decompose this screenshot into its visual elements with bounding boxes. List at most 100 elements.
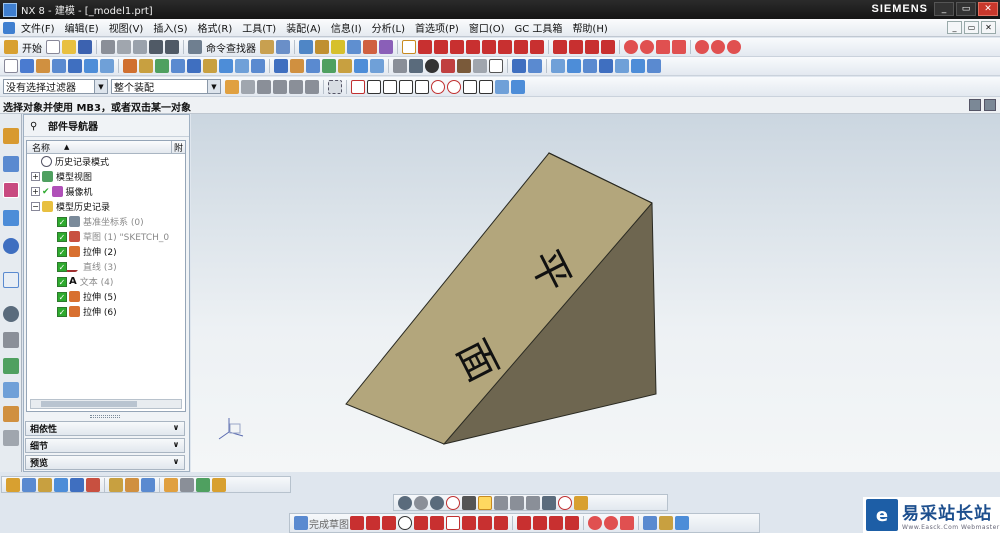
dependencies-section[interactable]: 相依性 ∨ [25, 421, 185, 436]
offset-curve-icon[interactable] [565, 516, 579, 530]
wcs-icon[interactable] [6, 477, 20, 492]
tree-row[interactable]: ✓ 拉伸 (5) [27, 289, 185, 304]
snap-existing-point-icon[interactable] [463, 79, 477, 94]
dimension-icon[interactable] [640, 40, 654, 54]
maximize-button[interactable]: ▭ [956, 2, 976, 16]
cursor-icon[interactable] [276, 40, 290, 54]
reset-filter-icon[interactable] [241, 79, 255, 94]
extra-column-header[interactable]: 附 [170, 141, 183, 154]
process-studio-tab[interactable] [3, 358, 19, 374]
orient-to-sketch-icon[interactable] [675, 516, 689, 530]
shading-icon[interactable] [414, 495, 428, 510]
sketch-dimension-icon[interactable] [604, 516, 618, 530]
datum-icon[interactable] [52, 59, 66, 73]
snap-midpoint-icon[interactable] [383, 79, 397, 94]
background-icon[interactable] [489, 59, 503, 73]
fillet-sketch-icon[interactable] [414, 516, 428, 530]
tree-row[interactable]: − 模型历史记录 [27, 199, 185, 214]
tree-row[interactable]: + ✔ 摄像机 [27, 184, 185, 199]
offset-face-icon[interactable] [370, 59, 384, 73]
auto-constraint-icon[interactable] [656, 40, 670, 54]
camera-view-icon[interactable] [494, 495, 508, 510]
color-icon[interactable] [379, 40, 393, 54]
display-mode-icon[interactable] [430, 495, 444, 510]
point-icon[interactable] [478, 516, 492, 530]
show-hide-icon[interactable] [180, 477, 194, 492]
cylinder-icon[interactable] [84, 59, 98, 73]
face-rule-icon[interactable] [273, 79, 287, 94]
polygon-icon[interactable] [462, 516, 476, 530]
wcs-origin-icon[interactable] [70, 477, 84, 492]
sort-ascending-icon[interactable]: ▲ [64, 143, 69, 151]
bounded-plane-icon[interactable] [599, 59, 613, 73]
sketch-curve-icon[interactable] [466, 40, 480, 54]
part-navigator-tab[interactable] [3, 182, 19, 198]
menu-edit[interactable]: 编辑(E) [60, 20, 104, 35]
visibility-checkbox[interactable]: ✓ [57, 231, 67, 242]
render-style-icon[interactable] [425, 59, 439, 73]
collapse-icon[interactable]: − [31, 202, 40, 211]
body-rule-icon[interactable] [289, 79, 303, 94]
menu-tools[interactable]: 工具(T) [237, 20, 281, 35]
swept-icon[interactable] [583, 59, 597, 73]
doc-close-button[interactable]: ✕ [981, 21, 996, 34]
status-panel-icon[interactable] [969, 99, 981, 111]
snap-enable-icon[interactable] [351, 79, 365, 94]
profile-icon[interactable] [350, 516, 364, 530]
name-column-header[interactable]: 名称 [32, 141, 50, 154]
snap-control-icon[interactable] [399, 79, 413, 94]
preview-section[interactable]: 预览 ∨ [25, 455, 185, 470]
perspective-icon[interactable] [526, 495, 540, 510]
draft-icon[interactable] [290, 59, 304, 73]
move-icon[interactable] [347, 40, 361, 54]
rectangle-icon[interactable] [446, 516, 460, 530]
sketch-settings-icon[interactable] [643, 516, 657, 530]
hide-icon[interactable] [164, 477, 178, 492]
minimize-button[interactable]: _ [934, 2, 954, 16]
snap-on-curve-icon[interactable] [479, 79, 493, 94]
clear-icon[interactable] [558, 495, 572, 510]
new-file-icon[interactable] [46, 40, 60, 54]
show-wcs-icon[interactable] [86, 477, 100, 492]
selection-scope-dropdown[interactable]: 整个装配 ▼ [111, 79, 221, 94]
rectangle-select-icon[interactable] [328, 79, 342, 94]
edge-blend-icon[interactable] [235, 59, 249, 73]
expand-icon[interactable]: + [31, 187, 40, 196]
visibility-checkbox[interactable]: ✓ [57, 306, 67, 317]
curve-rule-icon[interactable] [257, 79, 271, 94]
shell-icon[interactable] [274, 59, 288, 73]
snap-center-icon[interactable] [711, 40, 725, 54]
horizontal-scrollbar[interactable] [30, 399, 182, 409]
attribute-icon[interactable] [315, 40, 329, 54]
chevron-down-icon[interactable]: ∨ [170, 457, 182, 468]
sketch-trim-icon[interactable] [530, 40, 544, 54]
quick-extend-icon[interactable] [533, 516, 547, 530]
status-panel-icon[interactable] [984, 99, 996, 111]
mirror-icon[interactable] [322, 59, 336, 73]
paste-icon[interactable] [133, 40, 147, 54]
open-folder-icon[interactable] [62, 40, 76, 54]
history-tab[interactable] [3, 306, 19, 322]
surface-icon[interactable] [551, 59, 565, 73]
split-body-icon[interactable] [354, 59, 368, 73]
lighting-icon[interactable] [574, 495, 588, 510]
boss-icon[interactable] [171, 59, 185, 73]
circle-icon[interactable] [398, 516, 412, 530]
selection-filter-dropdown[interactable]: 没有选择过滤器 ▼ [3, 79, 108, 94]
window-icon[interactable] [20, 59, 34, 73]
through-curves-icon[interactable] [567, 59, 581, 73]
tree-row[interactable]: 历史记录模式 [27, 154, 185, 169]
copy-to-layer-icon[interactable] [141, 477, 155, 492]
extend-icon[interactable] [601, 40, 615, 54]
start-button[interactable]: 开始 [22, 40, 42, 55]
feature-rule-icon[interactable] [305, 79, 319, 94]
constraint-navigator-tab[interactable] [3, 156, 19, 172]
snap-end-icon[interactable] [727, 40, 741, 54]
fit-icon[interactable] [409, 59, 423, 73]
manufacturing-wizard-tab[interactable] [3, 382, 19, 398]
command-finder-button[interactable]: 命令查找器 [206, 40, 256, 55]
menu-insert[interactable]: 插入(S) [148, 20, 192, 35]
menu-analysis[interactable]: 分析(L) [367, 20, 410, 35]
menu-help[interactable]: 帮助(H) [567, 20, 612, 35]
graphics-window[interactable]: 平 面 [191, 114, 1000, 472]
